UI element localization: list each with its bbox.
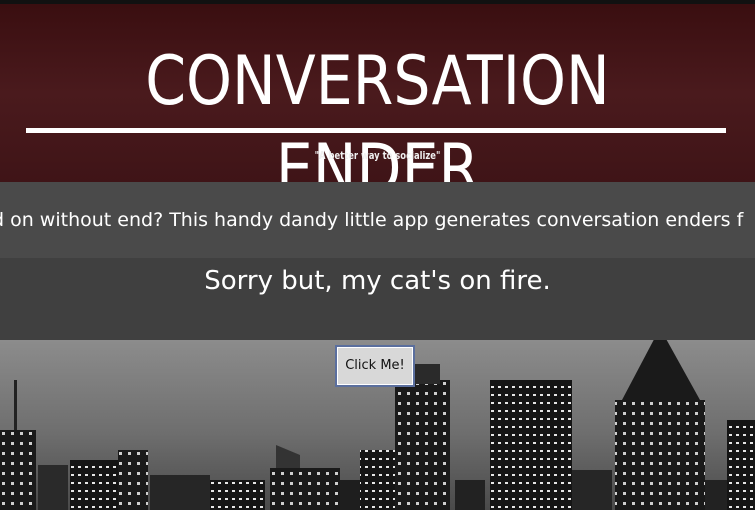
- header: CONVERSATION ENDER "A better way to soci…: [0, 0, 755, 209]
- tagline: "A better way to socialize": [314, 149, 441, 162]
- title-underline: [26, 128, 726, 133]
- description-text: d on without end? This handy dandy littl…: [0, 209, 744, 231]
- page: CONVERSATION ENDER "A better way to soci…: [0, 0, 755, 510]
- click-me-button[interactable]: Click Me!: [335, 345, 415, 387]
- description-marquee: d on without end? This handy dandy littl…: [0, 182, 755, 258]
- result-panel: Sorry but, my cat's on fire.: [0, 258, 755, 340]
- conversation-ender-text: Sorry but, my cat's on fire.: [204, 266, 551, 296]
